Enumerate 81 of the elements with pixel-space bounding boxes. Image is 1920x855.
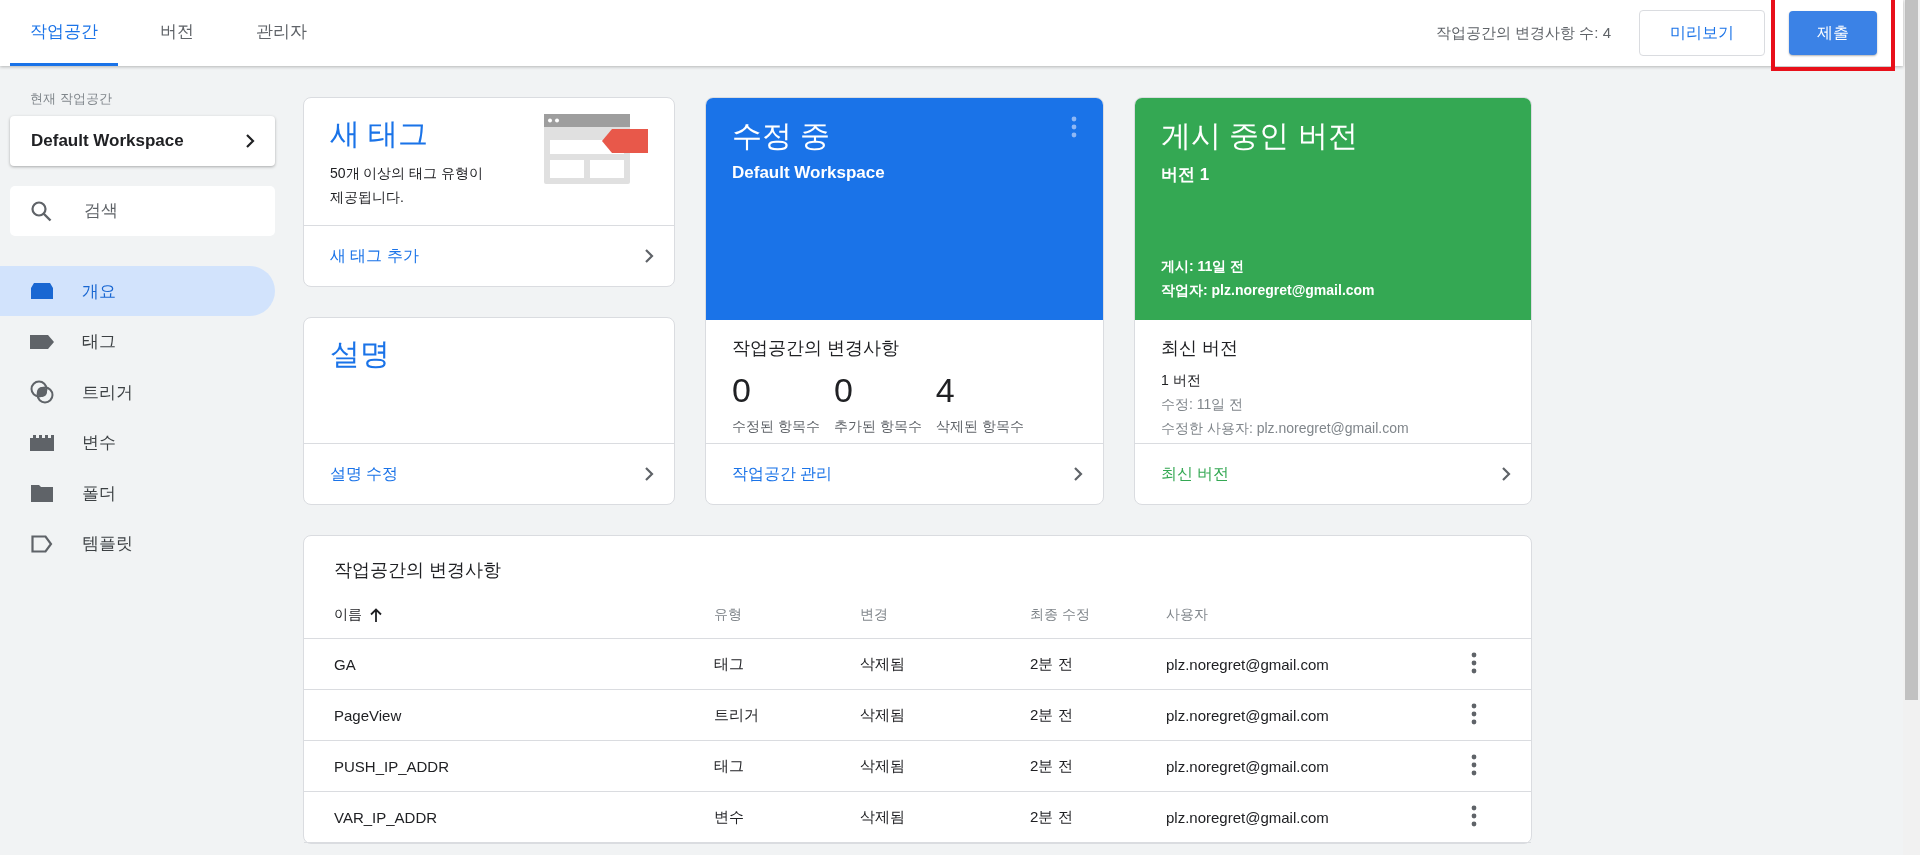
table-cell-text: plz.noregret@gmail.com xyxy=(1166,706,1330,724)
section-title: 최신 버전 xyxy=(1161,337,1239,360)
table-cell-text: 삭제됨 xyxy=(860,756,906,776)
table-cell-text: GA xyxy=(334,655,357,673)
more-vertical-icon[interactable] xyxy=(1471,804,1477,827)
nav-item[interactable]: 템플릿 xyxy=(0,518,275,569)
chevron-right-icon xyxy=(1073,466,1083,482)
table-cell-text: plz.noregret@gmail.com xyxy=(1166,655,1330,673)
version-number: 1 버전 xyxy=(1161,372,1202,390)
more-vertical-icon[interactable] xyxy=(1471,651,1477,674)
chevron-right-icon xyxy=(1501,466,1511,482)
table-cell-text: 태그 xyxy=(714,654,745,674)
author-text: 작업자: plz.noregret@gmail.com xyxy=(1161,281,1376,300)
change-count: 작업공간의 변경사항 수: 4 xyxy=(1436,23,1611,43)
column-header[interactable]: 변경 xyxy=(860,605,1030,624)
nav-item[interactable]: 개요 xyxy=(0,266,275,316)
nav-item[interactable]: 태그 xyxy=(0,316,275,367)
submit-button[interactable]: 제출 xyxy=(1789,11,1877,55)
tag-outline-icon xyxy=(31,534,53,553)
table-cell-text: 2분 전 xyxy=(1030,654,1074,674)
table-cell-text: plz.noregret@gmail.com xyxy=(1166,757,1330,775)
stat-value: 0 xyxy=(732,372,752,408)
preview-button[interactable]: 미리보기 xyxy=(1639,10,1765,56)
modified-time: 수정: 11일 전 xyxy=(1161,396,1245,414)
add-tag-link[interactable]: 새 태그 추가 xyxy=(304,225,674,286)
card-subtitle: Default Workspace xyxy=(732,163,886,183)
tab[interactable]: 작업공간 xyxy=(10,0,118,66)
tab[interactable]: 관리자 xyxy=(236,0,327,66)
card-description: 50개 이상의 태그 유형이 제공됩니다. xyxy=(330,164,485,207)
table-cell-text: 2분 전 xyxy=(1030,756,1074,776)
section-label: 현재 작업공간 xyxy=(29,90,113,108)
edit-description-link[interactable]: 설명 수정 xyxy=(304,443,674,504)
more-vertical-icon[interactable] xyxy=(1471,702,1477,725)
nav-item[interactable]: 트리거 xyxy=(0,367,275,417)
nav-item[interactable]: 변수 xyxy=(0,417,275,468)
table-cell-text: PageView xyxy=(334,706,403,724)
nav-item[interactable]: 폴더 xyxy=(0,468,275,518)
stat-label: 추가된 항목수 xyxy=(833,418,922,436)
table-cell-text: 삭제됨 xyxy=(860,654,906,674)
circles-icon xyxy=(30,380,54,404)
column-header[interactable]: 최종 수정 xyxy=(1030,605,1166,624)
table-cell-text: plz.noregret@gmail.com xyxy=(1166,808,1330,826)
section-title: 작업공간의 변경사항 xyxy=(732,337,900,360)
card-title: 새 태그 xyxy=(330,116,430,152)
chevron-right-icon xyxy=(644,466,654,482)
card-subtitle: 버전 1 xyxy=(1161,164,1211,186)
more-vertical-icon[interactable] xyxy=(1471,753,1477,776)
label-icon xyxy=(30,334,54,349)
browser-tag-icon xyxy=(544,114,648,186)
brick-icon xyxy=(30,434,54,451)
stat-label: 삭제된 항목수 xyxy=(935,418,1024,436)
published-time: 게시: 11일 전 xyxy=(1161,257,1246,276)
latest-version-link[interactable]: 최신 버전 xyxy=(1135,443,1531,504)
table-cell-text: VAR_IP_ADDR xyxy=(334,808,439,826)
stat-value: 0 xyxy=(833,372,854,408)
table-title: 작업공간의 변경사항 xyxy=(333,559,502,582)
table-cell-text: 삭제됨 xyxy=(860,807,906,827)
column-header[interactable]: 사용자 xyxy=(1166,605,1471,624)
table-cell-text: 2분 전 xyxy=(1030,807,1074,827)
card-title: 설명 xyxy=(330,336,391,372)
chevron-right-icon xyxy=(644,248,654,264)
card-title: 게시 중인 버전 xyxy=(1161,118,1359,154)
search-field[interactable]: 검색 xyxy=(10,186,275,236)
modified-by: 수정한 사용자: plz.noregret@gmail.com xyxy=(1161,420,1410,438)
table-cell-text: 태그 xyxy=(714,756,745,776)
stat-label: 수정된 항목수 xyxy=(732,418,820,436)
chevron-right-icon xyxy=(245,133,255,149)
tab[interactable]: 버전 xyxy=(140,0,214,66)
table-cell-text: 2분 전 xyxy=(1030,705,1074,725)
column-header[interactable]: 이름 xyxy=(334,605,362,624)
table-cell-text: 변수 xyxy=(714,807,745,827)
column-header[interactable]: 유형 xyxy=(714,605,860,624)
table-cell-text: 삭제됨 xyxy=(860,705,906,725)
tray-icon xyxy=(30,282,54,300)
workspace-selector[interactable]: Default Workspace xyxy=(10,116,275,166)
folder-icon xyxy=(31,484,53,502)
card-title: 수정 중 xyxy=(732,118,831,154)
manage-workspace-link[interactable]: 작업공간 관리 xyxy=(706,443,1103,504)
stat-value: 4 xyxy=(935,372,956,408)
table-cell-text: 트리거 xyxy=(714,705,760,725)
table-cell-text: PUSH_IP_ADDR xyxy=(334,757,451,775)
